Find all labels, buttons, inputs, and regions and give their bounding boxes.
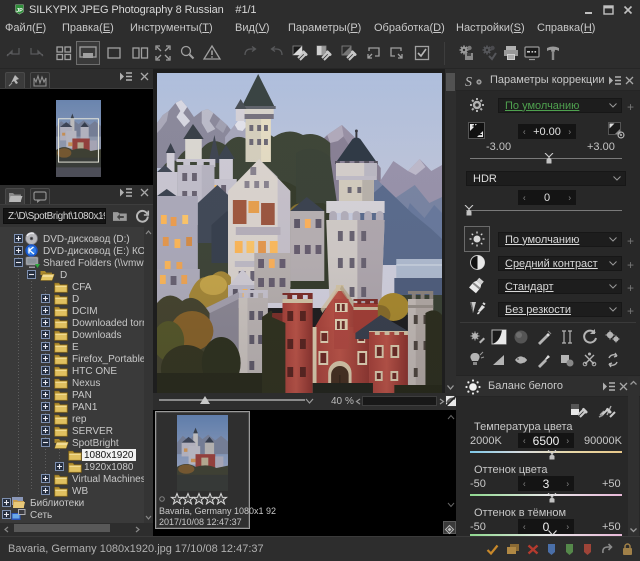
svg-text:S: S xyxy=(465,75,472,89)
svg-text:JP: JP xyxy=(16,8,23,14)
